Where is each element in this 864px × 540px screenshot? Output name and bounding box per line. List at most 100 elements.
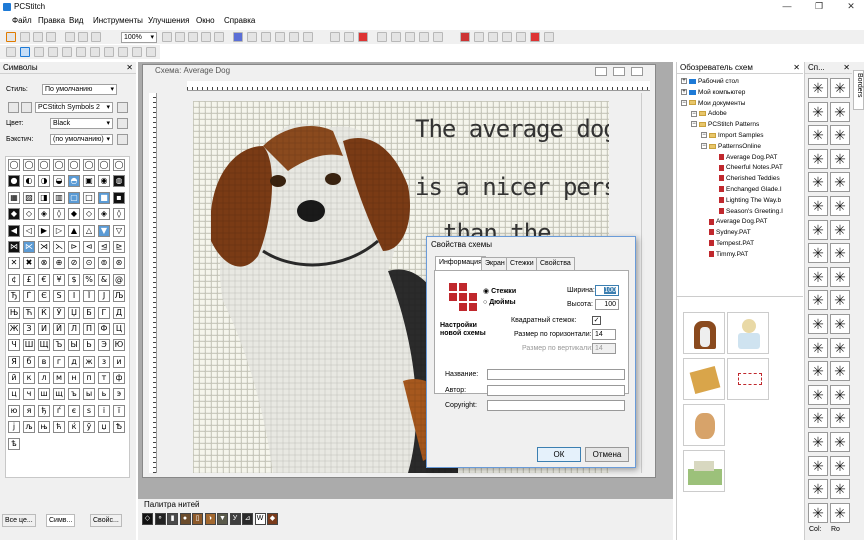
view-grid-icon[interactable] — [275, 32, 285, 42]
quarter-stitch-icon[interactable] — [48, 47, 58, 57]
palette-icon[interactable] — [474, 32, 484, 42]
symbol-cell[interactable]: ⊳ — [68, 240, 80, 253]
spacer-icon[interactable] — [701, 219, 707, 225]
thumbnail-glade[interactable] — [683, 450, 725, 492]
border-stitch-icon[interactable]: ✳ — [830, 243, 850, 264]
symbol-cell[interactable]: н — [68, 372, 80, 385]
symbol-cell[interactable]: Ѣ — [113, 421, 125, 434]
symbol-cell[interactable]: ▦ — [8, 191, 20, 204]
symbol-cell[interactable]: ◀ — [8, 224, 20, 237]
symbol-cell[interactable]: ◆ — [68, 208, 80, 221]
stop-icon[interactable] — [530, 32, 540, 42]
symbol-cell[interactable]: ◯ — [68, 159, 80, 171]
symbol-cell[interactable]: ◑ — [38, 175, 50, 188]
symbol-next-icon[interactable] — [21, 102, 32, 113]
thumbnail-teddy[interactable] — [683, 404, 725, 446]
symbol-cell[interactable]: ▪ — [113, 191, 125, 204]
symbol-cell[interactable]: И — [38, 322, 50, 335]
symbol-cell[interactable]: ▥ — [53, 191, 65, 204]
half-stitch-icon[interactable] — [34, 47, 44, 57]
new-icon[interactable] — [6, 32, 16, 42]
tree-item[interactable]: Cheerful Notes.PAT — [711, 164, 783, 171]
tree-item[interactable]: + Рабочий стол — [681, 78, 739, 85]
paste-icon[interactable] — [91, 32, 101, 42]
symbol-cell[interactable]: ▼ — [98, 224, 110, 237]
tree-item[interactable]: Timmy.PAT — [701, 251, 748, 258]
ok-button[interactable]: ОК — [537, 447, 581, 462]
thread-icon[interactable] — [460, 32, 470, 42]
height-field[interactable]: 100 — [595, 299, 619, 310]
vertical-scrollbar[interactable] — [641, 93, 651, 473]
symbol-cell[interactable]: ¥ — [53, 273, 65, 286]
border-stitch-icon[interactable]: ✳ — [808, 78, 828, 98]
symbol-cell[interactable]: ◒ — [53, 175, 65, 188]
symbol-cell[interactable]: ◯ — [53, 159, 65, 171]
print-icon[interactable] — [46, 32, 56, 42]
symbol-cell[interactable]: ◨ — [38, 191, 50, 204]
palette-chip[interactable]: У — [229, 513, 241, 525]
radio-inches[interactable]: ○ Дюймы — [483, 299, 516, 306]
symbol-cell[interactable]: ◈ — [38, 208, 50, 221]
symbol-cell[interactable]: Ѕ — [53, 290, 65, 303]
star-icon[interactable] — [146, 47, 156, 57]
symbol-cell[interactable]: Ж — [8, 322, 20, 335]
spacer-icon[interactable] — [711, 175, 717, 181]
symbol-cell[interactable]: ◯ — [113, 159, 125, 171]
border-stitch-icon[interactable]: ✳ — [808, 455, 828, 476]
tab-symbols[interactable]: Симв... — [46, 514, 76, 527]
tree-item[interactable]: Average Dog.PAT — [701, 218, 767, 225]
backstitch-select[interactable]: (по умолчанию) — [50, 134, 113, 145]
symbol-cell[interactable]: Њ — [8, 306, 20, 319]
straight-line-icon[interactable] — [90, 47, 100, 57]
text-icon[interactable] — [419, 32, 429, 42]
view-lines-icon[interactable] — [303, 32, 313, 42]
symbol-cell[interactable]: Л — [68, 322, 80, 335]
symbol-cell[interactable]: ■ — [98, 191, 110, 204]
style-select[interactable]: По умолчанию — [42, 84, 117, 95]
symbol-cell[interactable]: Ў — [53, 306, 65, 319]
border-stitch-icon[interactable]: ✳ — [808, 219, 828, 240]
palette-chip[interactable]: ● — [179, 513, 191, 525]
symbol-cell[interactable]: Ђ — [8, 290, 20, 303]
border-stitch-icon[interactable]: ✳ — [830, 196, 850, 216]
line-icon[interactable] — [132, 47, 142, 57]
view-symbols-icon[interactable] — [247, 32, 257, 42]
close-button[interactable]: ✕ — [840, 0, 862, 14]
symbol-cell[interactable]: ќ — [68, 421, 80, 434]
zoom-out-icon[interactable] — [175, 32, 185, 42]
border-stitch-icon[interactable]: ✳ — [808, 290, 828, 311]
spacer-icon[interactable] — [711, 208, 717, 214]
font-select[interactable]: PCStitch Symbols 2 — [35, 102, 113, 113]
symbol-cell[interactable]: ⋈ — [8, 240, 20, 253]
symbol-cell[interactable]: Џ — [68, 306, 80, 319]
symbol-cell[interactable]: Ь — [83, 339, 95, 352]
doc-minimize-button[interactable] — [595, 67, 607, 76]
border-stitch-icon[interactable]: ✳ — [830, 502, 850, 523]
symbol-cell[interactable]: ✕ — [8, 257, 20, 270]
menu-file[interactable]: Файл — [12, 16, 32, 25]
tree-item[interactable]: Average Dog.PAT — [711, 154, 777, 161]
tree-item[interactable]: Cherished Teddies — [711, 175, 780, 182]
hsize-stepper[interactable]: 14 — [592, 329, 616, 340]
bead-icon[interactable] — [118, 47, 128, 57]
expand-icon[interactable]: − — [681, 99, 687, 106]
border-stitch-icon[interactable]: ✳ — [830, 290, 850, 311]
tree-item[interactable]: + Мой компьютер — [681, 89, 745, 96]
symbol-cell[interactable]: ◐ — [23, 175, 35, 188]
symbol-cell[interactable]: ◍ — [113, 175, 125, 188]
radio-stitches[interactable]: ◉ Стежки — [483, 287, 516, 295]
symbol-cell[interactable]: Ч — [8, 339, 20, 352]
symbol-cell[interactable]: Ф — [98, 322, 110, 335]
symbol-cell[interactable]: Ъ — [53, 339, 65, 352]
symbol-cell[interactable]: ю — [8, 404, 20, 417]
symbol-cell[interactable]: ь — [98, 388, 110, 401]
thumbnail-dog[interactable] — [683, 312, 725, 354]
symbol-cell[interactable]: љ — [23, 421, 35, 434]
symbol-cell[interactable]: £ — [23, 273, 35, 286]
symbol-cell[interactable]: ј — [8, 421, 20, 434]
symbol-cell[interactable]: б — [23, 355, 35, 368]
pencil-icon[interactable] — [330, 32, 340, 42]
symbol-cell[interactable]: Я — [8, 355, 20, 368]
color-icon[interactable] — [358, 32, 368, 42]
tree-item[interactable]: − Мои документы — [681, 100, 745, 107]
